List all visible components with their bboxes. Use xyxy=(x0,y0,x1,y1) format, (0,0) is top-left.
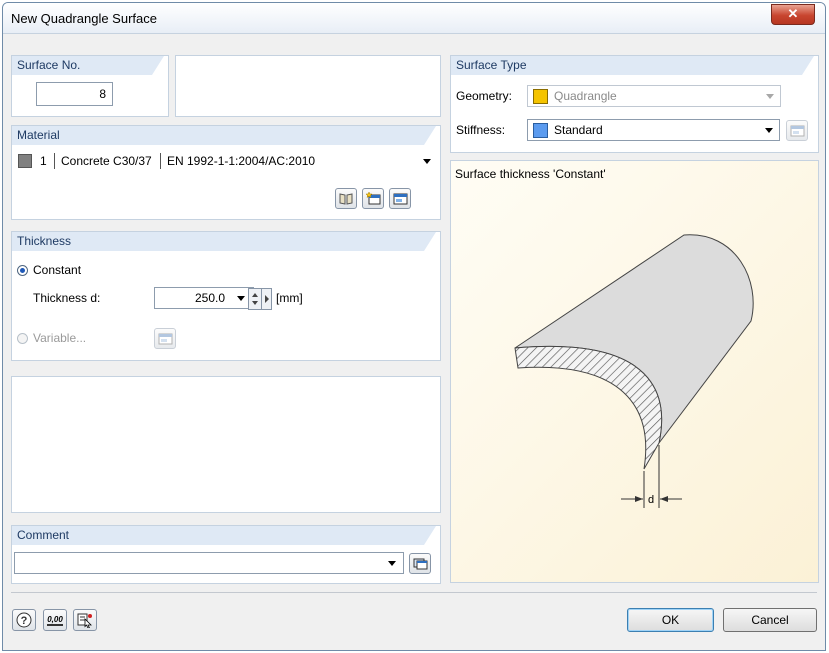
stiffness-color-swatch xyxy=(533,123,548,138)
surface-no-value: 8 xyxy=(99,87,106,101)
units-decimals-button[interactable]: 0,00 xyxy=(43,609,67,631)
pointer-icon xyxy=(77,613,92,628)
help-button[interactable]: ? xyxy=(12,609,36,631)
surface-no-header: Surface No. xyxy=(12,56,164,75)
material-separator xyxy=(160,153,161,169)
blank-panel xyxy=(11,376,441,513)
material-standard: EN 1992-1-1:2004/AC:2010 xyxy=(167,154,316,168)
comment-panel: Comment xyxy=(11,525,441,584)
comment-library-button[interactable] xyxy=(409,553,431,574)
material-header: Material xyxy=(12,126,436,145)
thickness-details-button[interactable] xyxy=(261,288,272,310)
preview-panel: Surface thickness 'Constant' d xyxy=(450,160,819,583)
thickness-input[interactable]: 250.0 xyxy=(154,287,254,309)
comment-input[interactable] xyxy=(14,552,404,574)
surface-info-panel xyxy=(175,55,441,117)
thickness-value: 250.0 xyxy=(194,291,225,305)
surface-no-panel: Surface No. 8 xyxy=(11,55,169,117)
material-library-button[interactable] xyxy=(335,188,357,209)
thickness-label: Thickness d: xyxy=(33,291,101,305)
copy-comment-icon xyxy=(413,558,427,569)
pick-button[interactable] xyxy=(73,609,97,631)
thickness-panel: Thickness Constant Thickness d: 250.0 [m… xyxy=(11,231,441,361)
dialog-window: New Quadrangle Surface ✕ Surface No. 8 M… xyxy=(2,2,826,651)
chevron-down-icon xyxy=(423,159,431,164)
thickness-unit: [mm] xyxy=(276,291,303,305)
material-color-swatch xyxy=(18,154,32,168)
ok-button[interactable]: OK xyxy=(627,608,714,632)
geometry-value: Quadrangle xyxy=(554,89,617,103)
cancel-button[interactable]: Cancel xyxy=(723,608,817,632)
thickness-dimension-label: d xyxy=(648,494,654,506)
material-dropdown[interactable]: 1 Concrete C30/37 EN 1992-1-1:2004/AC:20… xyxy=(12,151,437,171)
stiffness-label: Stiffness: xyxy=(456,123,506,137)
variable-radio[interactable] xyxy=(17,333,28,344)
surface-no-input[interactable]: 8 xyxy=(36,82,113,106)
material-name: Concrete C30/37 xyxy=(61,154,152,168)
thickness-header: Thickness xyxy=(12,232,436,251)
units-icon: 0,00 xyxy=(47,614,63,626)
edit-material-button[interactable] xyxy=(389,188,411,209)
thickness-spinner[interactable] xyxy=(248,288,262,310)
material-number: 1 xyxy=(40,154,47,168)
geometry-dropdown[interactable]: Quadrangle xyxy=(527,85,781,107)
chevron-right-icon xyxy=(265,295,269,303)
stiffness-value: Standard xyxy=(554,123,603,137)
footer-divider xyxy=(11,592,817,593)
new-material-button[interactable] xyxy=(362,188,384,209)
variable-label: Variable... xyxy=(33,331,87,345)
material-panel: Material 1 Concrete C30/37 EN 1992-1-1:2… xyxy=(11,125,441,220)
title-bar: New Quadrangle Surface ✕ xyxy=(3,3,825,34)
close-button[interactable]: ✕ xyxy=(771,4,815,25)
stiffness-dropdown[interactable]: Standard xyxy=(527,119,780,141)
geometry-color-swatch xyxy=(533,89,548,104)
edit-icon xyxy=(158,333,172,344)
surface-type-header: Surface Type xyxy=(451,56,814,75)
chevron-down-icon xyxy=(388,561,396,566)
geometry-label: Geometry: xyxy=(456,89,513,103)
chevron-down-icon xyxy=(766,94,774,99)
material-separator xyxy=(54,153,55,169)
edit-icon xyxy=(790,125,804,136)
close-icon: ✕ xyxy=(787,6,799,21)
comment-header: Comment xyxy=(12,526,436,545)
spinner-arrows-icon xyxy=(252,293,258,305)
constant-label[interactable]: Constant xyxy=(33,263,81,277)
stiffness-edit-button[interactable] xyxy=(786,120,808,141)
variable-edit-button[interactable] xyxy=(154,328,176,349)
surface-type-panel: Surface Type Geometry: Quadrangle Stiffn… xyxy=(450,55,819,153)
edit-material-icon xyxy=(393,193,407,204)
window-title: New Quadrangle Surface xyxy=(11,11,157,26)
new-material-icon xyxy=(365,192,380,205)
chevron-down-icon xyxy=(765,128,773,133)
chevron-down-icon xyxy=(237,296,245,301)
svg-text:?: ? xyxy=(21,615,28,627)
help-icon: ? xyxy=(16,612,32,628)
constant-radio[interactable] xyxy=(17,265,28,276)
surface-thickness-diagram: d xyxy=(514,234,754,508)
library-icon xyxy=(339,192,353,205)
